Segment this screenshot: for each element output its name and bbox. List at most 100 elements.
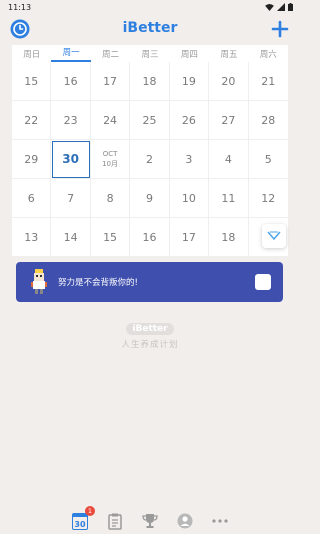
day-cell[interactable]: 17 (90, 62, 131, 101)
nav-profile[interactable] (174, 510, 196, 532)
day-cell[interactable]: 24 (90, 101, 131, 140)
day-cell[interactable]: 21 (248, 62, 288, 101)
add-button[interactable] (268, 17, 292, 41)
nav-tasks[interactable] (104, 510, 126, 532)
day-number: 4 (224, 152, 232, 166)
status-time: 11:13 (8, 2, 32, 12)
day-number: 25 (142, 113, 157, 127)
day-cell[interactable]: OCT 10月 (90, 140, 131, 179)
app-header: iBetter (0, 14, 300, 44)
day-cell-today[interactable]: 30 (51, 140, 91, 179)
day-cell[interactable]: 9 (130, 179, 170, 218)
day-number: 30 (62, 152, 79, 166)
day-cell[interactable]: 5 (248, 140, 288, 179)
day-number: 20 (221, 74, 236, 88)
month-label: 10月 (102, 160, 119, 168)
day-number: 22 (24, 113, 39, 127)
day-cell[interactable]: 25 (130, 101, 170, 140)
weekday-label: 周二 (102, 49, 120, 60)
day-number: 14 (63, 230, 78, 244)
day-number: 15 (24, 74, 39, 88)
calendar: 周日 周一 周二 周三 周四 周五 周六 15 16 17 18 19 20 21 22 23 24 25 26 2… (12, 45, 288, 257)
trophy-icon (142, 514, 158, 528)
day-cell[interactable]: 11 (209, 179, 249, 218)
chevron-down-icon (267, 231, 281, 241)
cell-signal-icon (277, 3, 285, 11)
day-cell[interactable]: 18 (130, 62, 170, 101)
nav-achievements[interactable] (139, 510, 161, 532)
day-cell[interactable]: 3 (169, 140, 210, 179)
day-cell[interactable]: 13 (12, 218, 52, 257)
day-cell[interactable]: 2 (130, 140, 170, 179)
nav-more[interactable] (209, 510, 231, 532)
day-number: 17 (181, 230, 196, 244)
day-number: 27 (221, 113, 236, 127)
day-number: 17 (103, 74, 118, 88)
day-cell[interactable]: 28 (248, 101, 288, 140)
day-cell[interactable]: 10 (169, 179, 210, 218)
status-bar: 11:13 (0, 0, 300, 14)
plus-icon (271, 20, 289, 38)
day-cell[interactable]: 27 (209, 101, 249, 140)
brand-slogan: 人生养成计划 (121, 340, 179, 350)
day-number: 18 (142, 74, 157, 88)
day-number: 23 (63, 113, 78, 127)
day-cell[interactable]: 8 (90, 179, 131, 218)
day-number: 18 (221, 230, 236, 244)
day-cell[interactable]: 15 (90, 218, 131, 257)
weekday-label: 周六 (259, 49, 277, 60)
task-text: 努力是不会背叛你的! (58, 278, 138, 288)
weekday-label: 周日 (23, 49, 41, 60)
nav-calendar[interactable]: 30 1 (69, 506, 95, 532)
day-cell[interactable]: 19 (169, 62, 210, 101)
bottom-nav: 30 1 (0, 506, 300, 534)
day-number: 2 (145, 152, 153, 166)
day-number: 12 (261, 191, 276, 205)
day-cell[interactable]: 14 (51, 218, 91, 257)
day-number: 24 (103, 113, 118, 127)
day-cell[interactable]: 18 (209, 218, 249, 257)
day-number: 16 (142, 230, 157, 244)
scroll-down-button[interactable] (262, 224, 286, 248)
calendar-grid: 15 16 17 18 19 20 21 22 23 24 25 26 27 28 29 30 OCT 10月 2 3… (12, 62, 288, 257)
day-cell[interactable]: 22 (12, 101, 52, 140)
wifi-icon (265, 3, 274, 11)
day-cell[interactable]: 7 (51, 179, 91, 218)
day-cell[interactable]: 4 (209, 140, 249, 179)
day-number: 6 (27, 191, 35, 205)
day-number: 13 (24, 230, 39, 244)
character-icon (31, 269, 47, 294)
day-cell[interactable]: 20 (209, 62, 249, 101)
day-number: 5 (264, 152, 272, 166)
day-number: 16 (63, 74, 78, 88)
day-number: 11 (221, 191, 236, 205)
day-cell[interactable]: 6 (12, 179, 52, 218)
day-number: 10 (181, 191, 196, 205)
weekday-label: 周四 (180, 49, 198, 60)
day-number: 8 (106, 191, 114, 205)
day-cell[interactable]: 15 (12, 62, 52, 101)
weekday-label: 周一 (51, 45, 91, 62)
day-cell[interactable]: 26 (169, 101, 210, 140)
battery-icon (288, 3, 293, 11)
day-cell[interactable]: 16 (130, 218, 170, 257)
day-cell[interactable]: 29 (12, 140, 52, 179)
month-abbr: OCT (102, 150, 118, 158)
weekday-label: 周三 (141, 49, 159, 60)
day-cell[interactable]: 12 (248, 179, 288, 218)
calendar-icon-day: 30 (74, 519, 86, 529)
notification-badge: 1 (85, 506, 95, 516)
day-number: 21 (261, 74, 276, 88)
day-cell[interactable]: 23 (51, 101, 91, 140)
more-icon (212, 519, 228, 523)
clipboard-icon (108, 513, 122, 530)
day-cell[interactable]: 17 (169, 218, 210, 257)
task-card[interactable]: 努力是不会背叛你的! (16, 262, 283, 302)
day-number: 19 (181, 74, 196, 88)
brand-watermark: iBetter 人生养成计划 (0, 316, 300, 350)
task-checkbox[interactable] (255, 274, 271, 290)
brand-name: iBetter (126, 323, 174, 335)
day-number: 26 (181, 113, 196, 127)
day-cell[interactable]: 16 (51, 62, 91, 101)
status-icons (265, 3, 293, 11)
